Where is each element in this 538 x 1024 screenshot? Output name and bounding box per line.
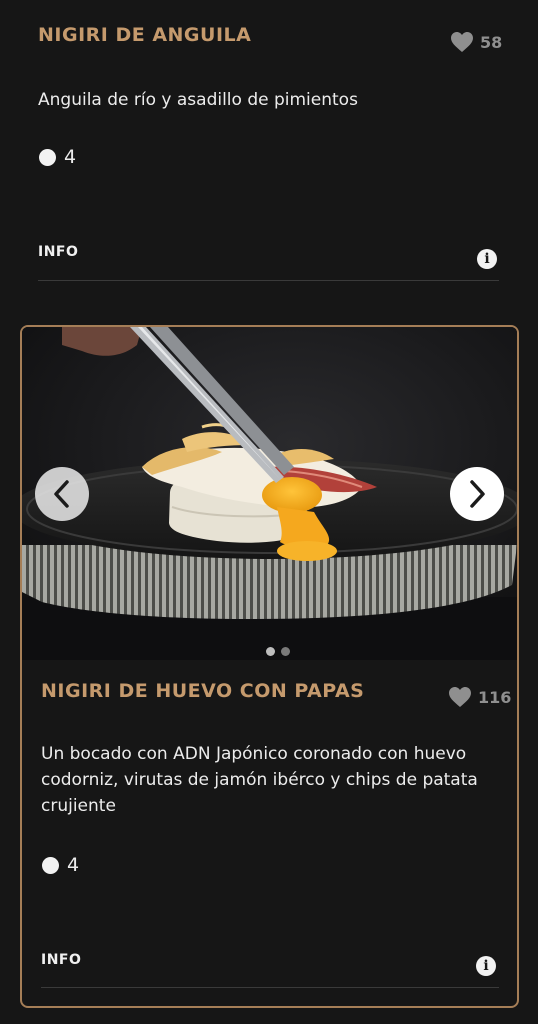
item-title: NIGIRI DE HUEVO CON PAPAS	[41, 680, 365, 702]
menu-item-anguila: NIGIRI DE ANGUILA 58 Anguila de río y as…	[0, 0, 538, 300]
piece-count: 4	[39, 146, 76, 168]
item-title: NIGIRI DE ANGUILA	[38, 24, 252, 46]
heart-icon	[451, 32, 473, 52]
piece-count: 4	[42, 854, 79, 876]
info-label[interactable]: INFO	[38, 244, 78, 260]
gallery-prev-button[interactable]	[35, 467, 89, 521]
like-count: 116	[478, 687, 512, 707]
piece-count-value: 4	[67, 854, 80, 876]
piece-dot-icon	[42, 856, 59, 874]
like-button[interactable]: 116	[448, 686, 511, 708]
pager-dot[interactable]	[266, 647, 275, 656]
pager-dot[interactable]	[281, 647, 290, 656]
like-count: 58	[480, 32, 503, 52]
gallery-pager	[266, 647, 290, 656]
food-photo-illustration	[22, 327, 517, 660]
item-description: Un bocado con ADN Japónico coronado con …	[41, 744, 478, 816]
nigiri-quail-egg-photo	[22, 327, 517, 660]
info-icon[interactable]: i	[476, 956, 496, 976]
menu-item-huevo-card: NIGIRI DE HUEVO CON PAPAS 116 Un bocado …	[20, 325, 519, 1008]
piece-count-value: 4	[64, 146, 77, 168]
menu-page: NIGIRI DE ANGUILA 58 Anguila de río y as…	[0, 0, 538, 1024]
info-icon[interactable]: i	[477, 249, 497, 269]
item-description: Anguila de río y asadillo de pimientos	[38, 90, 358, 110]
info-divider	[41, 987, 499, 988]
like-button[interactable]: 58	[450, 31, 502, 53]
piece-dot-icon	[39, 148, 56, 166]
chevron-right-icon	[470, 480, 485, 508]
heart-icon	[449, 687, 471, 707]
chevron-left-icon	[54, 480, 69, 508]
info-label[interactable]: INFO	[41, 952, 81, 968]
gallery-next-button[interactable]	[450, 467, 504, 521]
info-divider	[38, 280, 499, 281]
